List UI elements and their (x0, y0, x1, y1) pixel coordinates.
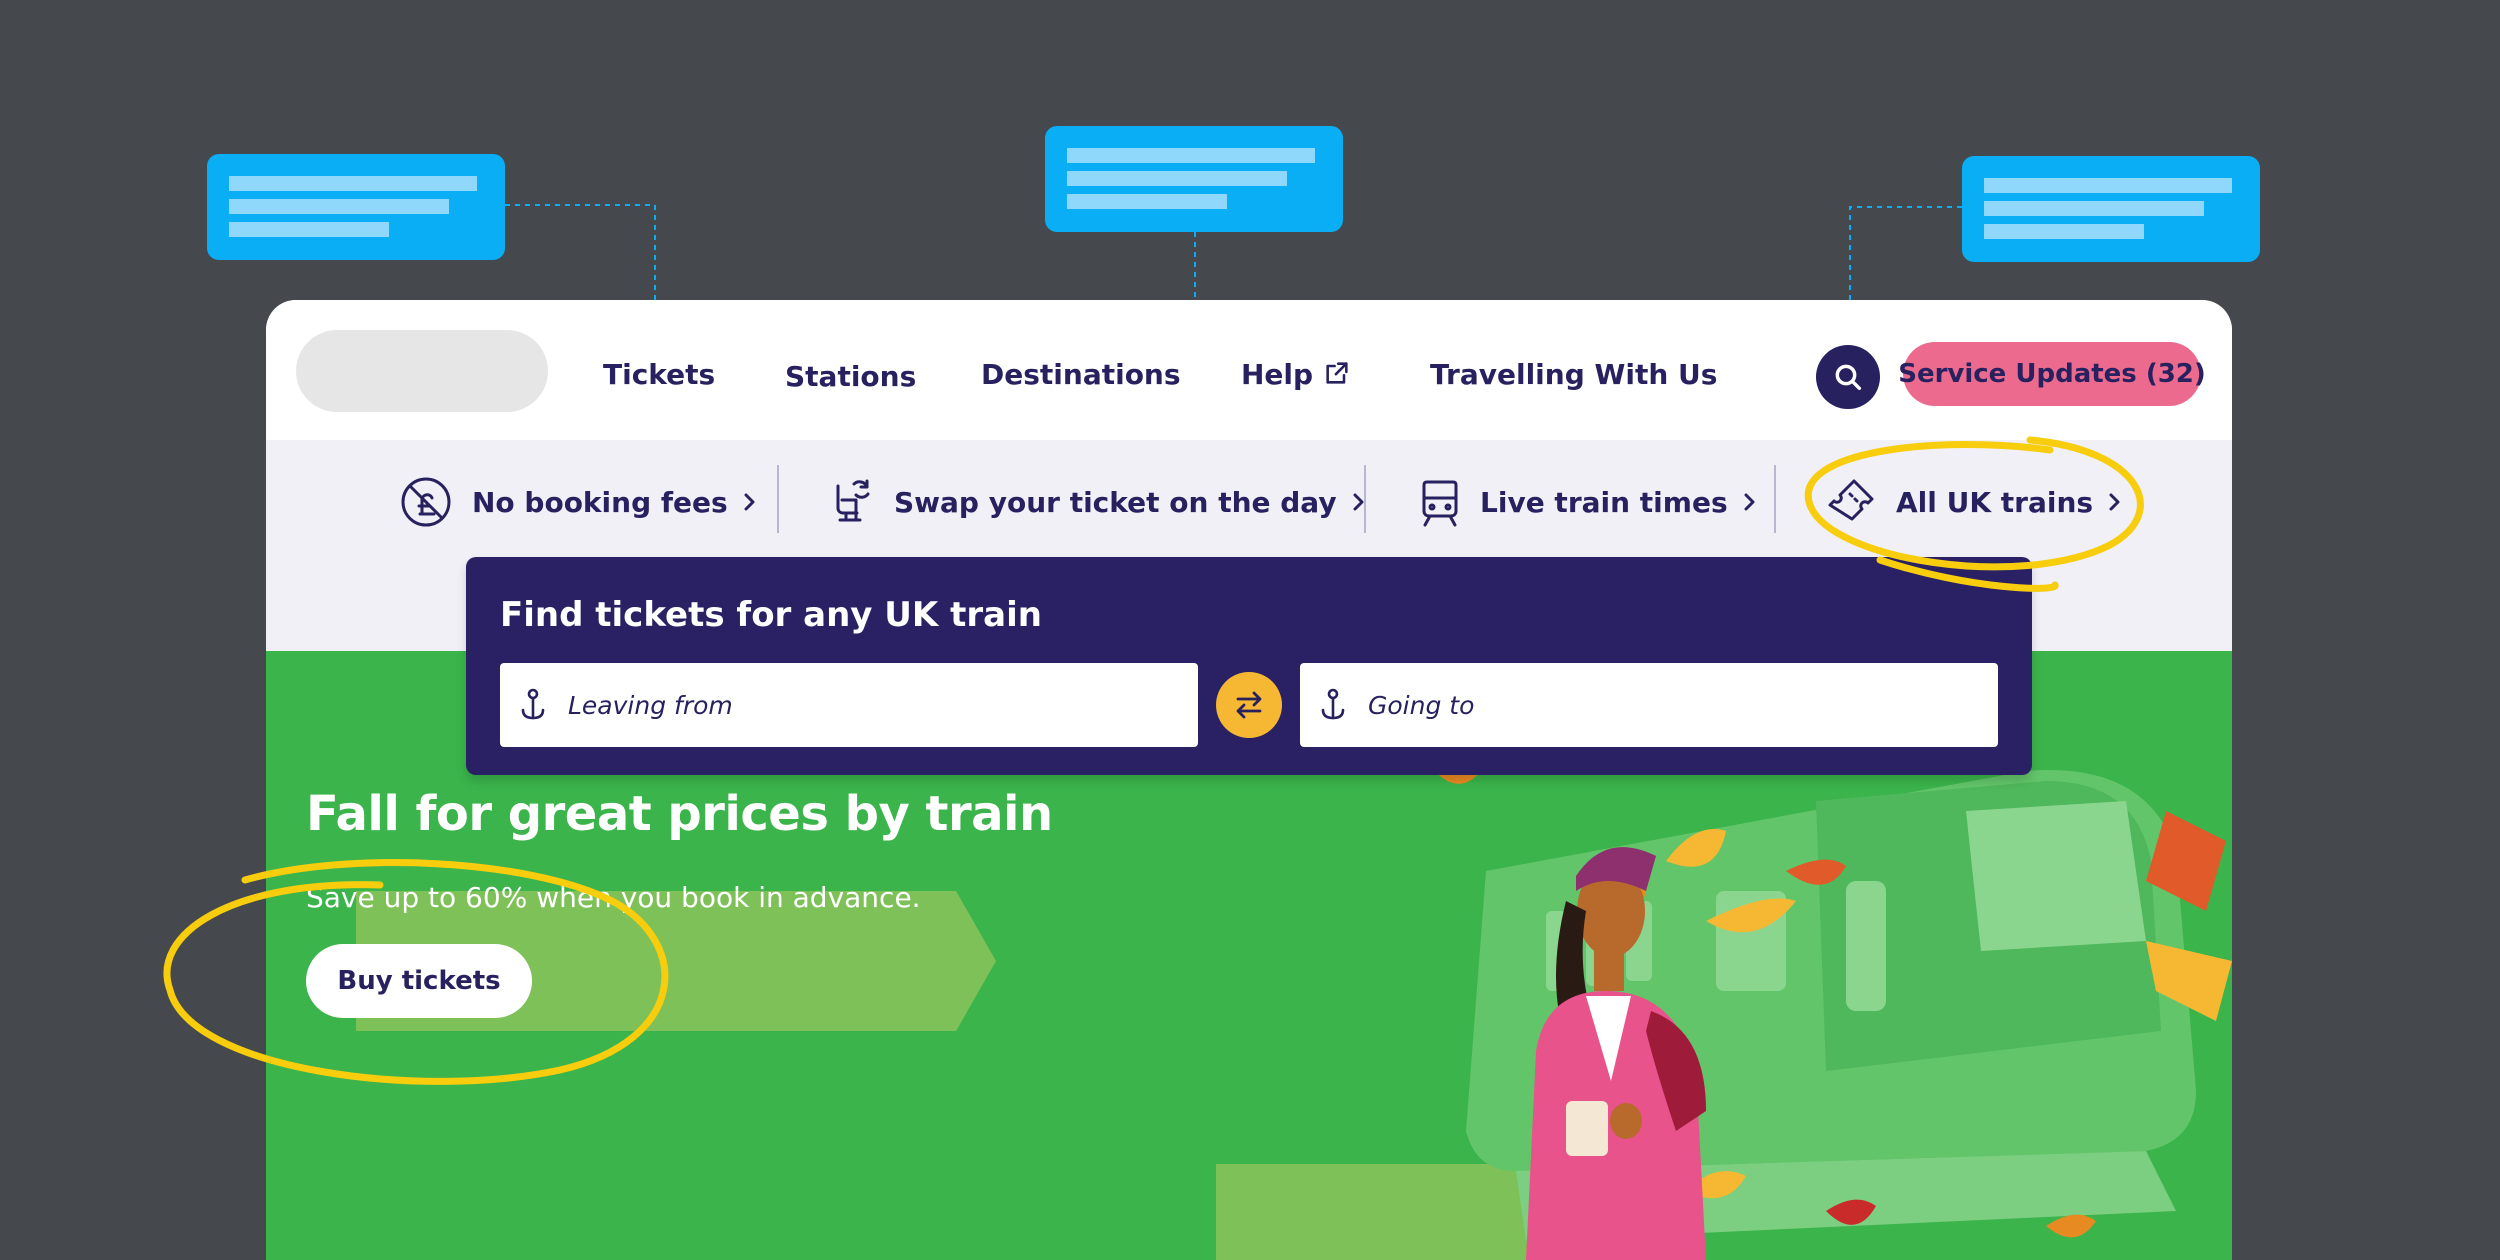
hero-title: Fall for great prices by train (306, 786, 1053, 842)
search-button[interactable] (1816, 345, 1880, 409)
seat-swap-icon (836, 479, 870, 522)
benefit-divider (777, 465, 779, 533)
website-card: Tickets Stations Destinations Help Trave… (266, 300, 2232, 1260)
benefit-live-train-times[interactable]: Live train times (1420, 470, 1756, 534)
going-to-field[interactable] (1300, 663, 1998, 747)
nav-help-label: Help (1241, 358, 1314, 391)
external-link-icon (1323, 359, 1351, 394)
chevron-right-icon (1744, 493, 1755, 511)
benefit-label: Swap your ticket on the day (894, 485, 1337, 519)
nav-destinations[interactable]: Destinations (981, 358, 1181, 391)
service-updates-button[interactable]: Service Updates (32) (1898, 342, 2206, 406)
chevron-right-icon (1353, 493, 1364, 511)
ticket-icon (1828, 479, 1874, 521)
top-navigation: Tickets Stations Destinations Help Trave… (266, 300, 2232, 440)
nav-tickets[interactable]: Tickets (603, 358, 715, 391)
nav-help[interactable]: Help (1241, 358, 1351, 394)
going-to-input[interactable] (1366, 689, 1970, 721)
logo-placeholder (296, 330, 548, 412)
hero-subtitle: Save up to 60% when you book in advance. (306, 881, 921, 914)
benefit-divider (1364, 465, 1366, 533)
nav-stations[interactable]: Stations (785, 360, 916, 393)
benefit-swap-ticket[interactable]: Swap your ticket on the day (830, 470, 1365, 534)
benefit-divider (1774, 465, 1776, 533)
benefit-all-uk-trains[interactable]: All UK trains (1826, 470, 2121, 534)
station-pin-icon (521, 688, 545, 720)
benefit-no-booking-fees[interactable]: No booking fees (400, 470, 756, 534)
chevron-right-icon (2109, 493, 2120, 511)
station-pin-icon (1321, 688, 1345, 720)
swap-icon (1236, 691, 1262, 719)
swap-stations-button[interactable] (1216, 672, 1282, 738)
search-panel-title: Find tickets for any UK train (500, 595, 1042, 635)
leaving-from-field[interactable] (500, 663, 1198, 747)
buy-tickets-button[interactable]: Buy tickets (306, 944, 532, 1018)
train-icon (1422, 480, 1458, 527)
journey-search-panel: Find tickets for any UK train (466, 557, 2032, 775)
chevron-right-icon (744, 493, 755, 511)
benefit-label: All UK trains (1896, 485, 2094, 519)
search-icon (1835, 364, 1862, 391)
leaving-from-input[interactable] (566, 689, 1170, 721)
benefit-label: No booking fees (472, 485, 728, 519)
no-fees-icon (401, 477, 451, 527)
nav-travelling-with-us[interactable]: Travelling With Us (1430, 358, 1717, 391)
benefit-label: Live train times (1480, 485, 1728, 519)
